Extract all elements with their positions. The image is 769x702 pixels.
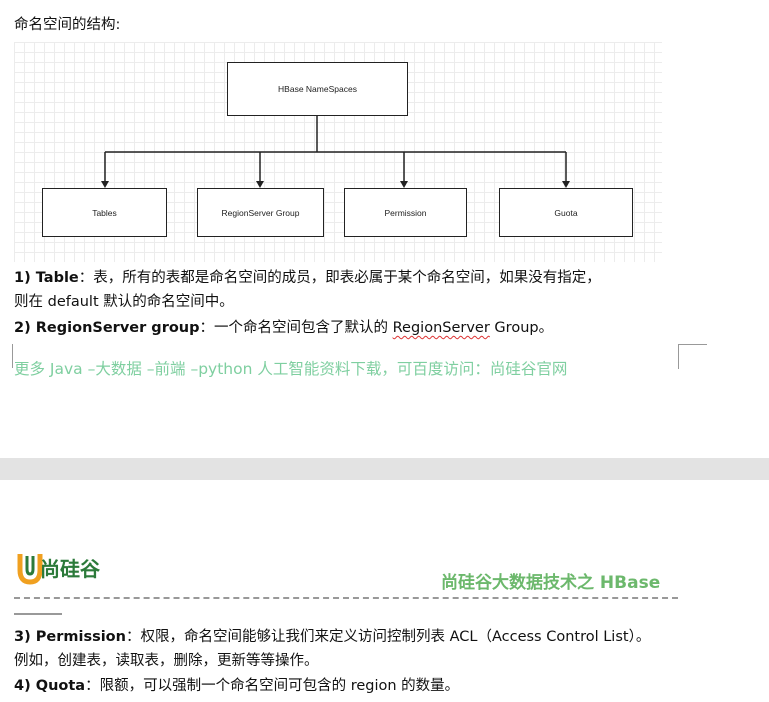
regionserver-word: RegionServer — [392, 320, 490, 336]
para-permission-cont: 例如，创建表，读取表，删除，更新等等操作。 — [14, 653, 319, 669]
page-gap — [0, 458, 769, 480]
para-quota: 4) Quota：限额，可以强制一个命名空间可包含的 region 的数量。 — [14, 676, 459, 696]
footer-watermark: 更多 Java –大数据 –前端 –python 人工智能资料下载，可百度访问：… — [14, 360, 568, 378]
node-root: HBase NameSpaces — [227, 62, 408, 116]
para-regionserver: 2) RegionServer group：一个命名空间包含了默认的 Regio… — [14, 318, 553, 338]
node-regionserver-group: RegionServer Group — [197, 188, 324, 237]
para-quota-number: 4) Quota — [14, 678, 86, 694]
para-table: 1) Table：表，所有的表都是命名空间的成员，即表必属于某个命名空间，如果没… — [14, 268, 601, 288]
margin-corner-right — [678, 344, 707, 369]
para-table-cont: 则在 default 默认的命名空间中。 — [14, 294, 234, 310]
para-regionserver-number: 2) RegionServer group — [14, 320, 200, 336]
header-rule-tail — [14, 613, 62, 615]
node-tables: Tables — [42, 188, 167, 237]
header-title: 尚硅谷大数据技术之 HBase — [441, 573, 661, 593]
node-permission: Permission — [344, 188, 467, 237]
para-regionserver-text-end: Group。 — [489, 320, 554, 336]
logo-text: 尚硅谷 — [40, 557, 100, 581]
namespace-diagram: HBase NameSpaces Tables RegionServer Gro… — [14, 42, 662, 262]
para-permission-text: ：权限，命名空间能够让我们来定义访问控制列表 ACL（Access Contro… — [125, 629, 651, 645]
para-permission: 3) Permission：权限，命名空间能够让我们来定义访问控制列表 ACL（… — [14, 627, 650, 647]
header-rule — [14, 597, 678, 599]
para-table-text: ：表，所有的表都是命名空间的成员，即表必属于某个命名空间，如果没有指定， — [78, 270, 601, 286]
intro-text: 命名空间的结构: — [14, 17, 121, 33]
node-quota: Guota — [499, 188, 633, 237]
para-permission-number: 3) Permission — [14, 629, 126, 645]
para-table-number: 1) Table — [14, 270, 79, 286]
para-quota-text: ：限额，可以强制一个命名空间可包含的 region 的数量。 — [85, 678, 460, 694]
para-regionserver-text: ：一个命名空间包含了默认的 — [199, 320, 393, 336]
